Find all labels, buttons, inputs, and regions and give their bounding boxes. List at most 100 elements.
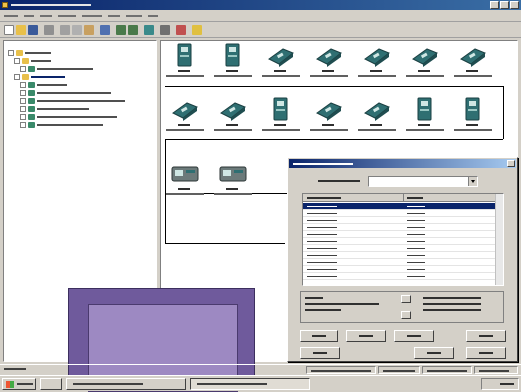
table-row[interactable] xyxy=(303,245,503,252)
quick-launch[interactable] xyxy=(40,378,62,390)
table-row[interactable] xyxy=(303,217,503,224)
menu-device[interactable] xyxy=(58,15,76,17)
taskbar-app-button[interactable] xyxy=(190,378,310,390)
table-row[interactable] xyxy=(303,259,503,266)
new-icon[interactable] xyxy=(4,25,14,35)
parameter-value[interactable] xyxy=(407,220,425,221)
parameter-value[interactable] xyxy=(407,276,425,277)
table-row[interactable] xyxy=(303,203,503,210)
parameter-group-select[interactable] xyxy=(368,176,478,187)
device-node[interactable] xyxy=(403,97,447,137)
menu-network[interactable] xyxy=(82,15,102,17)
help-icon[interactable] xyxy=(192,25,202,35)
parameter-value[interactable] xyxy=(407,206,425,207)
device-node[interactable] xyxy=(355,43,399,83)
upload-button[interactable] xyxy=(300,330,338,342)
device-node[interactable] xyxy=(403,43,447,83)
chevron-down-icon[interactable] xyxy=(468,177,477,186)
reset-button[interactable] xyxy=(466,330,506,342)
menu-window[interactable] xyxy=(126,15,142,17)
table-row[interactable] xyxy=(303,252,503,259)
taskbar-app-button[interactable] xyxy=(66,378,186,390)
device-node[interactable] xyxy=(259,97,303,137)
device-node[interactable] xyxy=(163,97,207,137)
tree-item[interactable] xyxy=(20,89,111,96)
close-icon[interactable] xyxy=(507,160,515,167)
cancel-button[interactable] xyxy=(466,347,506,359)
minimize-icon[interactable] xyxy=(490,1,499,9)
online-icon[interactable] xyxy=(144,25,154,35)
parameter-table[interactable] xyxy=(302,193,504,286)
parameter-value[interactable] xyxy=(407,241,425,242)
table-row[interactable] xyxy=(303,266,503,273)
download-icon[interactable] xyxy=(128,25,138,35)
open-icon[interactable] xyxy=(16,25,26,35)
parameter-value[interactable] xyxy=(407,248,425,249)
tree-item[interactable] xyxy=(20,81,67,88)
copy-icon[interactable] xyxy=(72,25,82,35)
undo-icon[interactable] xyxy=(100,25,110,35)
compare-button[interactable] xyxy=(394,330,434,342)
table-row[interactable] xyxy=(303,238,503,245)
print-icon[interactable] xyxy=(44,25,54,35)
save-icon[interactable] xyxy=(28,25,38,35)
parameter-value[interactable] xyxy=(407,227,425,228)
dialog-title-bar[interactable] xyxy=(289,159,516,168)
device-node[interactable] xyxy=(451,43,495,83)
expand-icon[interactable] xyxy=(14,73,20,80)
menu-edit[interactable] xyxy=(24,15,34,17)
menu-help[interactable] xyxy=(148,15,158,17)
parameter-value[interactable] xyxy=(407,234,425,235)
cut-icon[interactable] xyxy=(60,25,70,35)
tree-item[interactable] xyxy=(20,65,93,72)
device-node[interactable] xyxy=(163,161,207,201)
device-node[interactable] xyxy=(451,97,495,137)
device-node[interactable] xyxy=(259,43,303,83)
device-node[interactable] xyxy=(355,97,399,137)
device-node[interactable] xyxy=(211,161,255,201)
app-icon[interactable] xyxy=(2,2,8,8)
parameter-value[interactable] xyxy=(407,255,425,256)
maximize-icon[interactable] xyxy=(500,1,509,9)
expand-icon[interactable] xyxy=(20,105,26,112)
help-scroll-button[interactable] xyxy=(401,311,411,319)
device-parameters-dialog[interactable] xyxy=(287,157,518,362)
expand-icon[interactable] xyxy=(20,65,26,72)
tree-item[interactable] xyxy=(14,73,65,80)
help-scroll-button[interactable] xyxy=(401,295,411,303)
parameter-value[interactable] xyxy=(407,213,425,214)
tree-item[interactable] xyxy=(8,49,51,56)
tree-item[interactable] xyxy=(20,105,89,112)
device-node[interactable] xyxy=(211,97,255,137)
download-button[interactable] xyxy=(346,330,386,342)
expand-icon[interactable] xyxy=(20,113,26,120)
parameter-value[interactable] xyxy=(407,262,425,263)
device-node[interactable] xyxy=(163,43,207,83)
table-row[interactable] xyxy=(303,273,503,280)
expand-icon[interactable] xyxy=(20,89,26,96)
table-row[interactable] xyxy=(303,231,503,238)
tree-item[interactable] xyxy=(20,121,103,128)
device-node[interactable] xyxy=(211,43,255,83)
device-node[interactable] xyxy=(307,43,351,83)
expand-icon[interactable] xyxy=(20,81,26,88)
table-row[interactable] xyxy=(303,224,503,231)
expand-icon[interactable] xyxy=(20,97,26,104)
parameter-value[interactable] xyxy=(407,269,425,270)
wizard-icon[interactable] xyxy=(176,25,186,35)
table-row[interactable] xyxy=(303,210,503,217)
ok-button[interactable] xyxy=(414,347,454,359)
tree-item[interactable] xyxy=(20,97,125,104)
menu-file[interactable] xyxy=(4,15,18,17)
menu-view[interactable] xyxy=(40,15,52,17)
close-icon[interactable] xyxy=(510,1,519,9)
upload-icon[interactable] xyxy=(116,25,126,35)
tree-item[interactable] xyxy=(14,57,51,64)
scrollbar[interactable] xyxy=(495,194,503,285)
menu-tools[interactable] xyxy=(108,15,120,17)
device-node[interactable] xyxy=(307,97,351,137)
zoom-icon[interactable] xyxy=(160,25,170,35)
expand-icon[interactable] xyxy=(14,57,20,64)
tree-item[interactable] xyxy=(20,113,117,120)
expand-icon[interactable] xyxy=(20,121,26,128)
